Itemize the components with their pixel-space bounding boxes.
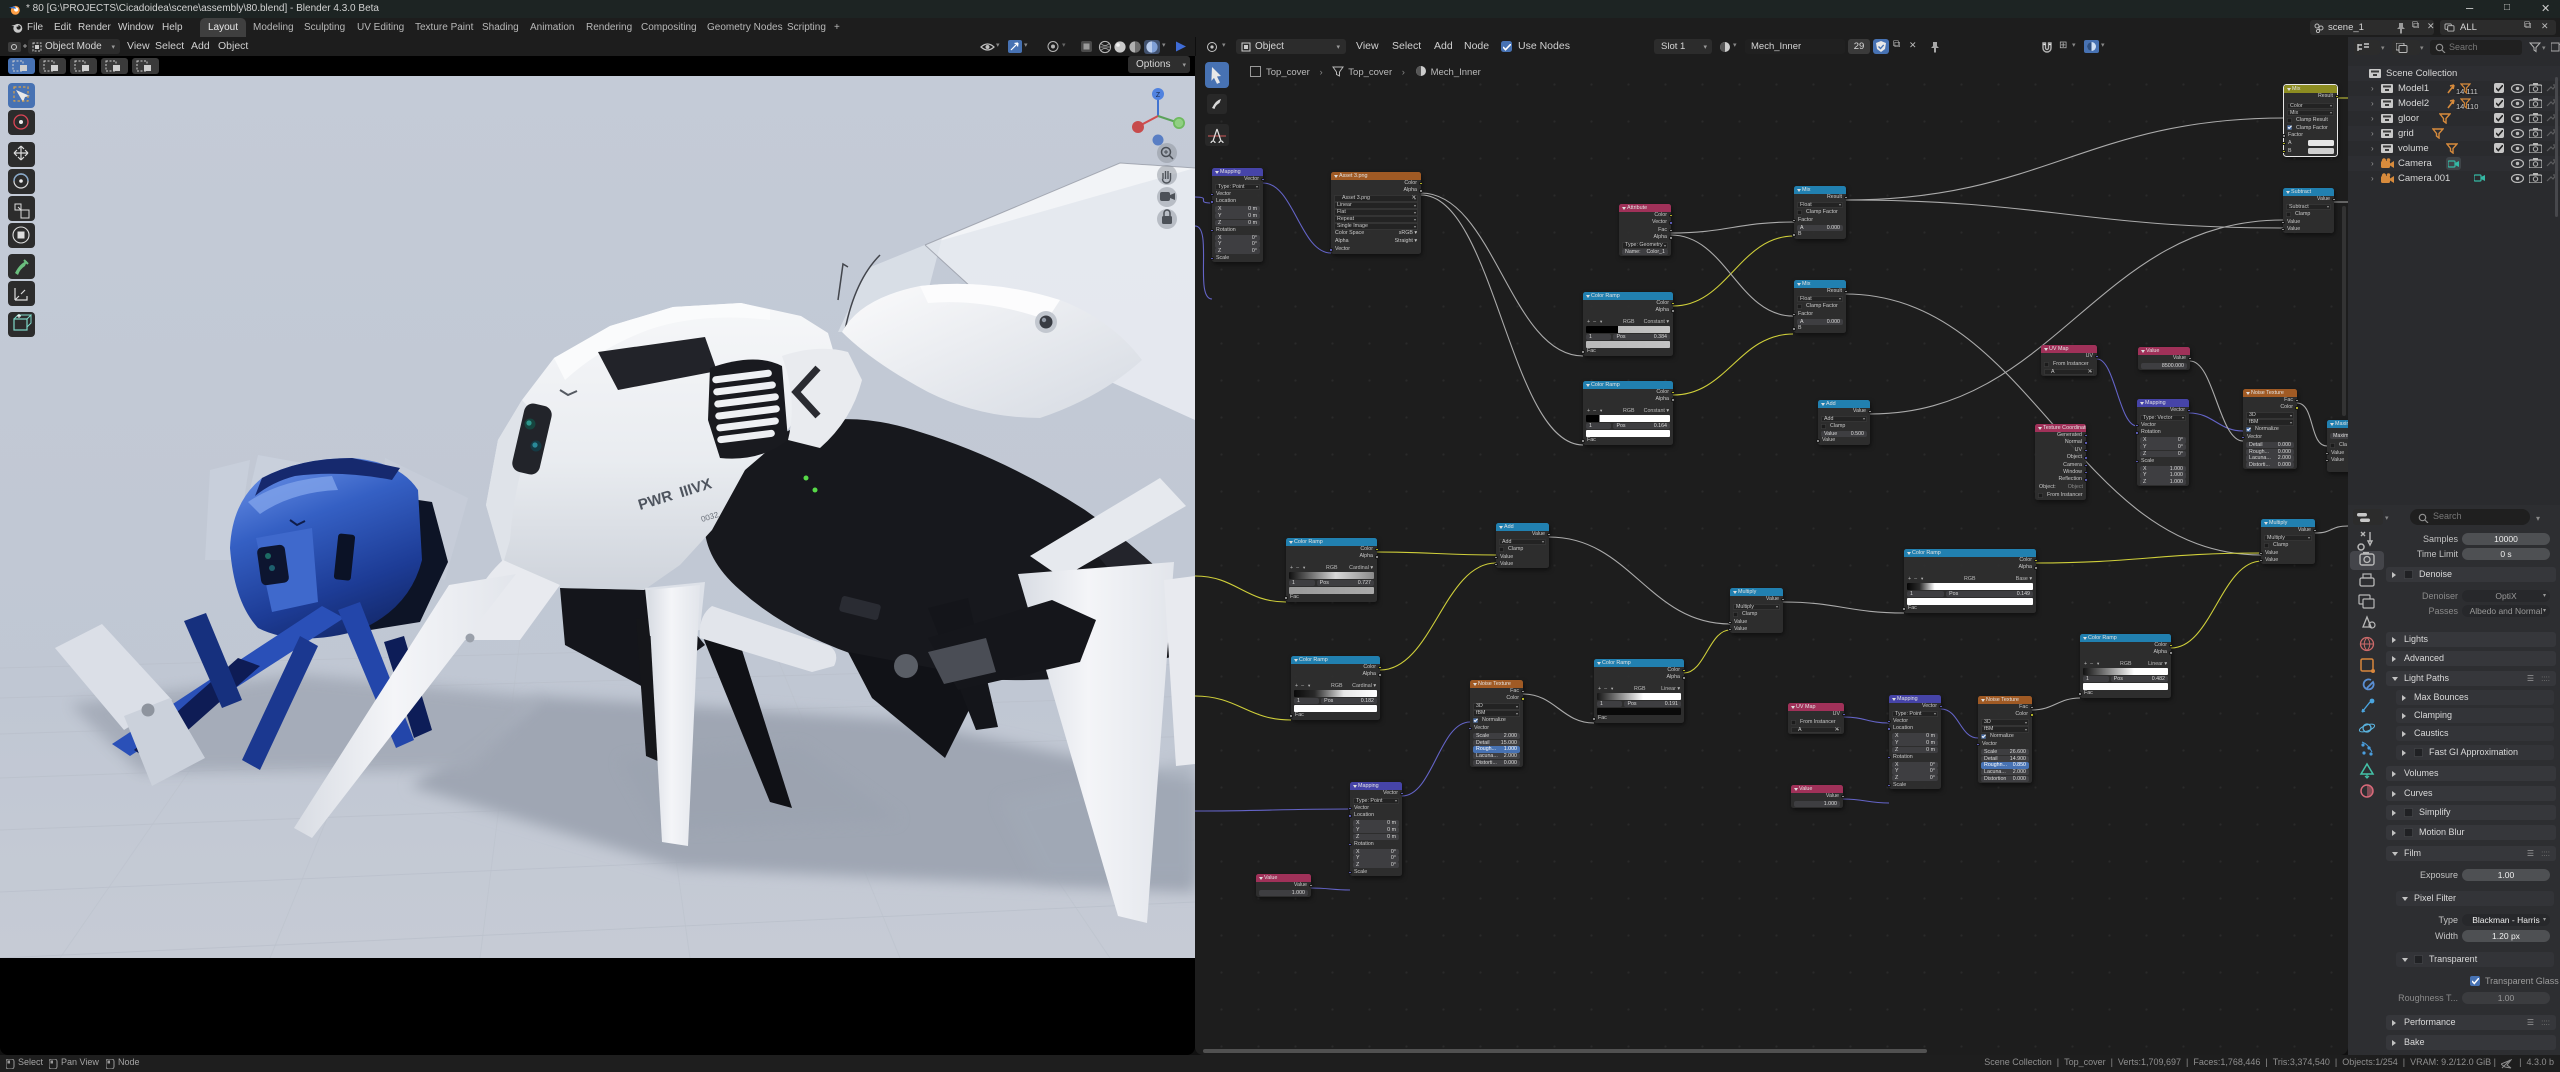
svg-text:Z: Z [1156,92,1161,99]
